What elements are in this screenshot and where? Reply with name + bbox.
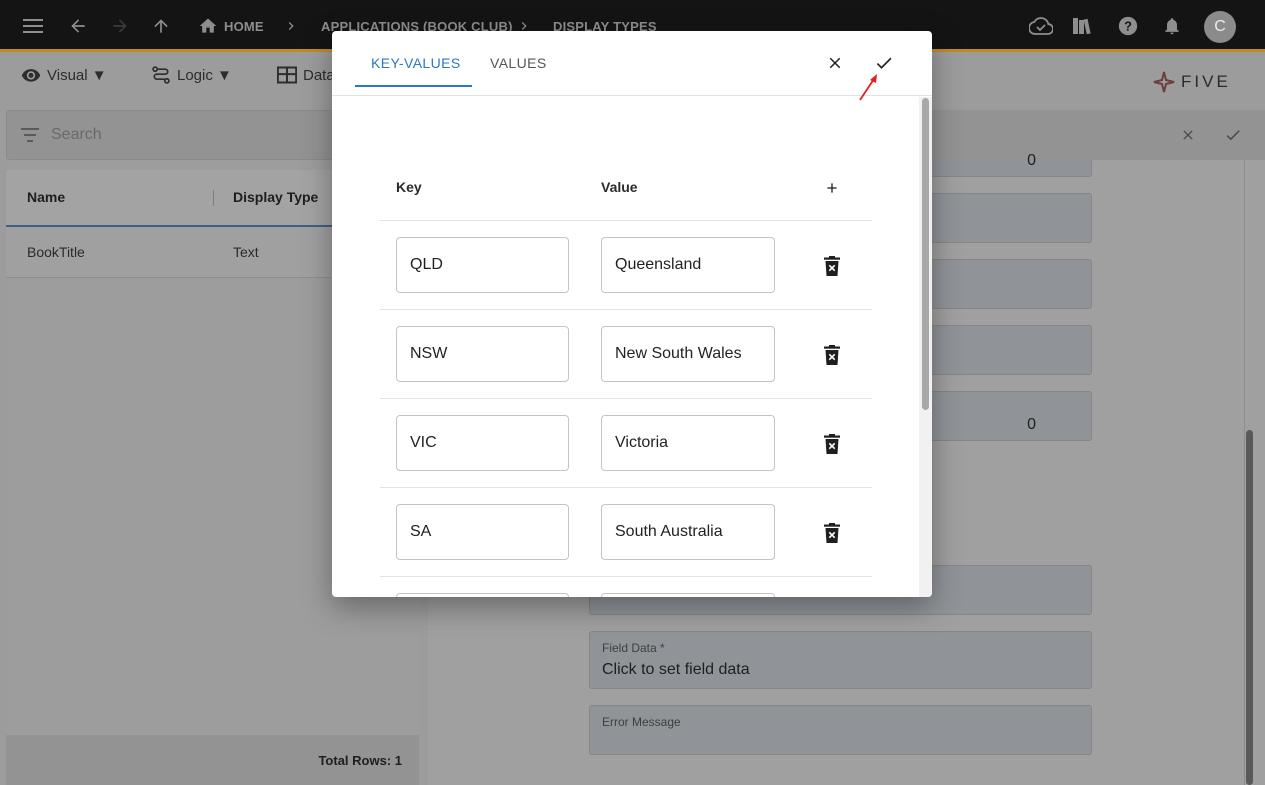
delete-icon [824,256,840,276]
total-rows: Total Rows: 1 [318,753,402,768]
delete-row-button[interactable] [820,432,844,456]
key-column-header: Key [396,179,422,195]
key-input[interactable] [396,237,569,293]
tab-key-values[interactable]: KEY-VALUES [371,55,461,71]
data-menu[interactable]: Data [277,63,335,87]
column-display-type[interactable]: Display Type [233,189,318,205]
list-footer: Total Rows: 1 [6,735,419,785]
field-number: 0 [1027,416,1036,433]
key-input[interactable] [396,326,569,382]
logic-menu-label: Logic ▼ [177,66,232,84]
chevron-right-icon [279,14,303,38]
books-icon[interactable] [1071,14,1095,38]
logic-flow-icon [152,66,170,84]
svg-text:?: ? [1124,19,1132,34]
form-cancel-icon[interactable] [1180,127,1196,143]
up-arrow-icon[interactable] [149,14,173,38]
value-input[interactable] [601,237,775,293]
key-value-row [380,310,872,399]
form-scrollbar[interactable] [1246,430,1253,785]
key-value-row-partial [380,577,872,597]
back-arrow-icon[interactable] [66,14,90,38]
key-input[interactable] [396,415,569,471]
key-value-header: Key Value [380,173,872,221]
eye-icon [21,69,41,82]
tab-values[interactable]: VALUES [490,55,547,71]
delete-icon [824,345,840,365]
visual-menu-label: Visual ▼ [47,66,107,84]
user-avatar[interactable]: C [1204,11,1236,43]
dialog-header: KEY-VALUES VALUES [332,31,932,101]
column-name[interactable]: Name [27,189,65,205]
search-input[interactable]: Search [51,126,102,144]
five-logo-icon [1153,71,1175,93]
breadcrumb-home[interactable]: HOME [224,19,264,34]
close-icon [829,57,841,69]
key-value-row [380,488,872,577]
value-input[interactable] [601,326,775,382]
menu-icon[interactable] [21,14,45,38]
logic-menu[interactable]: Logic ▼ [151,63,232,87]
key-value-row [380,221,872,310]
data-menu-label: Data [303,66,335,84]
column-divider [213,190,214,206]
delete-row-button[interactable] [820,521,844,545]
field-data[interactable]: Field Data * Click to set field data [589,631,1092,689]
dialog-scrollbar[interactable] [922,98,929,410]
five-logo: FIVE [1152,70,1231,94]
key-input[interactable] [396,593,569,597]
row-display-type: Text [233,244,259,260]
filter-icon[interactable] [20,127,40,143]
value-input[interactable] [601,415,775,471]
delete-row-button[interactable] [820,254,844,278]
visual-menu[interactable]: Visual ▼ [21,63,107,87]
error-message-field[interactable]: Error Message [589,705,1092,755]
key-value-row [380,399,872,488]
notifications-bell-icon[interactable] [1160,14,1184,38]
active-tab-indicator [355,85,472,87]
error-message-label: Error Message [602,715,681,729]
dialog-close-button[interactable] [823,51,847,75]
row-name: BookTitle [27,244,85,260]
key-values-dialog: KEY-VALUES VALUES Key Value [332,31,932,597]
forward-arrow-icon[interactable] [108,14,132,38]
value-input[interactable] [601,504,775,560]
home-icon[interactable] [196,14,220,38]
field-number: 0 [1027,152,1036,169]
cloud-check-icon[interactable] [1029,14,1053,38]
help-icon[interactable]: ? [1116,14,1140,38]
delete-row-button[interactable] [820,343,844,367]
key-input[interactable] [396,504,569,560]
form-scroll-track [1244,160,1245,785]
field-data-value: Click to set field data [602,661,750,678]
form-save-icon[interactable] [1224,126,1242,144]
field-data-label: Field Data * [602,641,665,655]
dialog-body: Key Value [332,97,932,597]
delete-icon [824,523,840,543]
add-row-button[interactable] [820,176,844,200]
value-input[interactable] [601,593,775,597]
check-icon [876,57,892,69]
value-column-header: Value [601,179,638,195]
table-icon [277,66,297,84]
delete-icon [824,434,840,454]
plus-icon [827,183,837,193]
